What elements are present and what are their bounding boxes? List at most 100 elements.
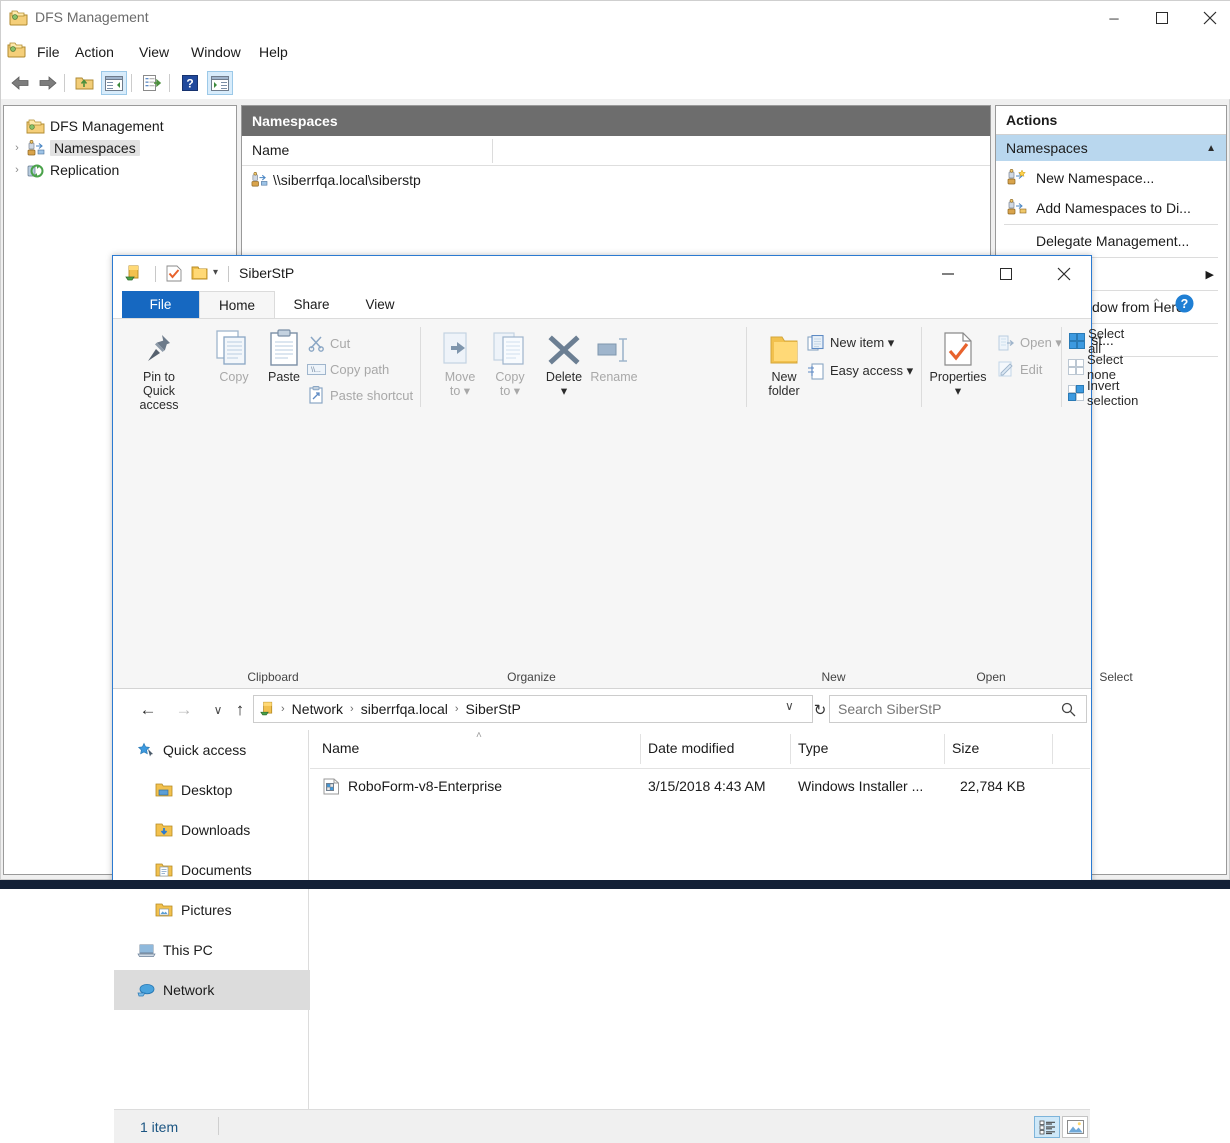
select-none-button[interactable]: Select none xyxy=(1068,355,1129,379)
action-delegate-management[interactable]: Delegate Management... xyxy=(996,226,1226,256)
column-header-date-modified[interactable]: Date modified xyxy=(648,740,734,756)
invert-selection-icon xyxy=(1068,385,1084,401)
breadcrumb-dropdown-icon[interactable]: ∨ xyxy=(785,699,794,713)
thumbnails-view-button[interactable] xyxy=(1062,1116,1088,1138)
paste-shortcut-button[interactable]: Paste shortcut xyxy=(305,383,413,407)
dfs-minimize-button[interactable]: ─ xyxy=(1091,1,1137,35)
breadcrumb-item-siberstp[interactable]: SiberStP xyxy=(462,701,525,717)
tree-item-namespaces[interactable]: › Namespaces xyxy=(8,136,140,160)
rename-button[interactable]: Rename xyxy=(583,327,645,384)
action-add-namespaces-to-display[interactable]: Add Namespaces to Di... xyxy=(996,193,1226,223)
ribbon-group-label-new: New xyxy=(746,670,921,684)
sort-ascending-icon: ˄ xyxy=(476,730,482,741)
column-divider-4[interactable] xyxy=(1052,734,1053,764)
back-arrow-icon[interactable] xyxy=(7,71,33,95)
show-hide-console-tree-icon[interactable] xyxy=(101,71,127,95)
menu-help[interactable]: Help xyxy=(251,42,296,62)
chevron-up-icon[interactable]: ▲ xyxy=(1206,143,1216,154)
new-folder-icon[interactable] xyxy=(191,265,208,281)
menu-action[interactable]: Action xyxy=(67,42,122,62)
explorer-close-button[interactable] xyxy=(1036,256,1092,291)
column-divider-1[interactable] xyxy=(640,734,641,764)
details-view-button[interactable] xyxy=(1034,1116,1060,1138)
column-header-name[interactable]: Name xyxy=(322,740,359,756)
show-hide-action-pane-icon[interactable] xyxy=(207,71,233,95)
select-none-icon xyxy=(1068,359,1084,375)
open-button[interactable]: Open ▾ xyxy=(995,331,1062,355)
nav-item-pictures-label: Pictures xyxy=(181,902,232,918)
action-new-namespace[interactable]: New Namespace... xyxy=(996,163,1226,193)
action-add-namespaces-label: Add Namespaces to Di... xyxy=(1036,200,1191,216)
back-button[interactable]: ← xyxy=(135,697,161,723)
breadcrumb-separator-0[interactable]: › xyxy=(278,703,288,715)
breadcrumb[interactable]: › Network › siberrfqa.local › SiberStP xyxy=(253,695,813,723)
edit-button[interactable]: Edit xyxy=(995,357,1042,381)
up-folder-icon[interactable] xyxy=(71,71,97,95)
tab-share[interactable]: Share xyxy=(275,291,348,318)
namespace-row[interactable]: \\siberrfqa.local\siberstp xyxy=(250,172,421,188)
cut-button[interactable]: Cut xyxy=(305,331,350,355)
search-input[interactable]: Search SiberStP xyxy=(829,695,1087,723)
explorer-minimize-button[interactable] xyxy=(920,256,976,291)
nav-item-network[interactable]: Network xyxy=(114,970,331,1010)
delete-x-icon xyxy=(547,327,581,367)
pin-to-quick-access-button[interactable]: Pin to Quickaccess xyxy=(128,327,190,412)
file-size-cell: 22,784 KB xyxy=(960,778,1025,794)
tree-item-replication[interactable]: › Replication xyxy=(8,158,119,182)
column-divider[interactable] xyxy=(492,139,493,163)
paste-shortcut-label: Paste shortcut xyxy=(330,388,413,403)
network-folder-icon xyxy=(125,265,145,283)
properties-checkmark-icon[interactable] xyxy=(165,265,183,282)
new-folder-icon xyxy=(765,327,803,367)
expander-icon[interactable]: › xyxy=(8,142,26,154)
forward-button[interactable]: → xyxy=(171,697,197,723)
nav-item-quick-access[interactable]: Quick access xyxy=(114,730,331,770)
new-item-button[interactable]: New item ▾ xyxy=(805,331,894,355)
toolbar-separator-3 xyxy=(169,74,170,92)
expander-icon[interactable]: › xyxy=(8,164,26,176)
new-item-icon xyxy=(805,335,827,352)
nav-item-this-pc-label: This PC xyxy=(163,942,213,958)
easy-access-button[interactable]: Easy access ▾ xyxy=(805,359,913,383)
up-button[interactable]: ↑ xyxy=(227,697,253,723)
column-divider-2[interactable] xyxy=(790,734,791,764)
copy-path-button[interactable]: \\... Copy path xyxy=(305,357,389,381)
menu-file[interactable]: File xyxy=(29,42,68,62)
action-new-namespace-label: New Namespace... xyxy=(1036,170,1154,186)
breadcrumb-item-siberrfqa-local[interactable]: siberrfqa.local xyxy=(357,701,452,717)
column-header-name[interactable]: Name xyxy=(252,142,289,158)
submenu-arrow-icon[interactable]: ▶ xyxy=(1206,268,1214,281)
qat-dropdown-icon[interactable]: ▾ xyxy=(213,267,218,278)
column-divider-3[interactable] xyxy=(944,734,945,764)
invert-selection-button[interactable]: Invert selection xyxy=(1068,381,1144,405)
properties-button[interactable]: Properties▾ xyxy=(925,327,991,398)
replication-icon xyxy=(26,161,46,179)
nav-item-this-pc[interactable]: This PC xyxy=(114,930,331,970)
column-header-size[interactable]: Size xyxy=(952,740,979,756)
column-header-type[interactable]: Type xyxy=(798,740,828,756)
copy-to-label-line1: Copy xyxy=(495,370,524,384)
breadcrumb-separator-2[interactable]: › xyxy=(452,703,462,715)
menu-window[interactable]: Window xyxy=(183,42,249,62)
tree-root-dfs-management[interactable]: DFS Management xyxy=(8,114,164,138)
breadcrumb-separator-1[interactable]: › xyxy=(347,703,357,715)
explorer-maximize-button[interactable] xyxy=(978,256,1034,291)
export-list-icon[interactable] xyxy=(139,71,165,95)
help-icon[interactable]: ? xyxy=(1175,294,1194,313)
dfs-maximize-button[interactable] xyxy=(1139,1,1185,35)
tab-view[interactable]: View xyxy=(348,291,412,318)
menu-view[interactable]: View xyxy=(131,42,177,62)
table-row[interactable]: RoboForm-v8-Enterprise 3/15/2018 4:43 AM… xyxy=(310,768,1090,804)
actions-group-namespaces[interactable]: Namespaces ▲ xyxy=(996,135,1226,161)
forward-arrow-icon[interactable] xyxy=(35,71,61,95)
collapse-ribbon-icon[interactable]: ⌃ xyxy=(1151,296,1162,312)
copy-to-button[interactable]: Copyto ▾ xyxy=(479,327,541,398)
breadcrumb-item-network[interactable]: Network xyxy=(288,701,347,717)
status-divider xyxy=(218,1117,219,1135)
dfs-close-button[interactable] xyxy=(1187,1,1230,35)
tab-home[interactable]: Home xyxy=(199,291,275,318)
magnifier-icon[interactable] xyxy=(1061,702,1076,717)
select-all-button[interactable]: Select all xyxy=(1068,329,1129,353)
tab-file[interactable]: File xyxy=(122,291,199,318)
help-icon[interactable]: ? xyxy=(177,71,203,95)
